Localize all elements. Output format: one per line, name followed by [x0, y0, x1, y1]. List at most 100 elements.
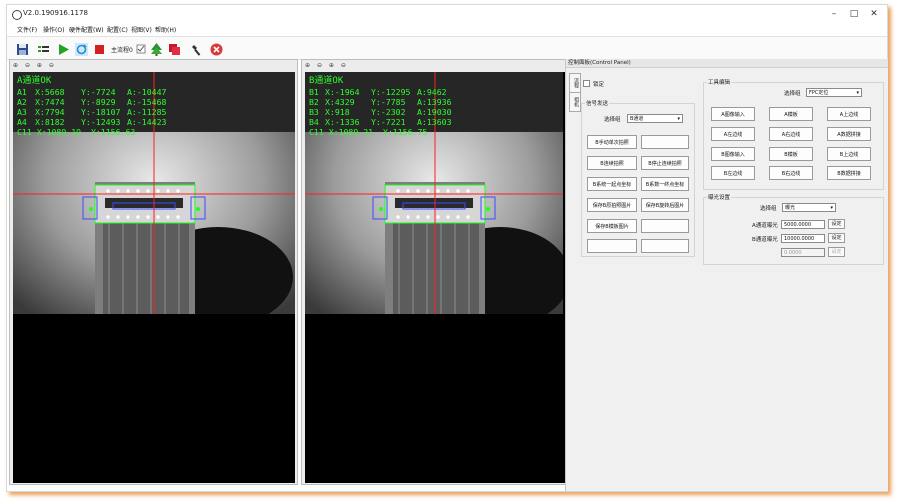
- tool-button-b-input[interactable]: B图像输入: [711, 147, 755, 161]
- blank-button-2[interactable]: [641, 219, 689, 233]
- row-id: A1: [17, 87, 27, 97]
- row-x: X:-1964: [325, 87, 360, 97]
- zoom-reset-icon[interactable]: ⊖: [341, 62, 346, 69]
- tool-button-a-template[interactable]: A模板: [769, 107, 813, 121]
- stop-icon[interactable]: [93, 41, 106, 54]
- continuous-capture-button[interactable]: B连续拍照: [587, 156, 637, 170]
- row-a: A:-14423: [127, 117, 167, 127]
- exposure-group-title: 曝光设置: [707, 193, 732, 201]
- exposure-a-label: A通道曝光: [752, 223, 778, 229]
- lock-checkbox[interactable]: [583, 80, 590, 87]
- blank-button-3[interactable]: [587, 239, 637, 253]
- save-template-button[interactable]: 保存B模板图片: [587, 219, 637, 233]
- tool-icon[interactable]: [191, 41, 204, 56]
- exposure-a-set-button[interactable]: 设定: [828, 219, 845, 229]
- menu-config[interactable]: 配置(C): [107, 25, 128, 34]
- title-bar: V2.0.190916.1178 – □ ✕: [7, 5, 887, 23]
- zoom-reset-icon[interactable]: ⊖: [49, 62, 54, 69]
- row-a: A:19030: [417, 107, 452, 117]
- minimize-button[interactable]: –: [825, 7, 843, 21]
- refresh-icon[interactable]: [75, 41, 88, 56]
- exposure-c-set-button: 设定: [828, 247, 845, 257]
- control-panel-title: 控制面板(Control Panel): [566, 59, 888, 68]
- center-readout: C11 X:1089.19 Y:1156.63: [17, 127, 136, 137]
- menu-help[interactable]: 帮助(H): [155, 25, 176, 34]
- zoom-fit-icon[interactable]: ⊕: [37, 62, 42, 69]
- tool-select-label: 选择组: [784, 91, 801, 97]
- manual-capture-button[interactable]: B手动单次拍照: [587, 135, 637, 149]
- row-id: B2: [309, 97, 319, 107]
- exposure-a-input[interactable]: 5000.0000: [781, 220, 825, 229]
- row-y: Y:-7724: [81, 87, 116, 97]
- tool-button-a-input[interactable]: A图像输入: [711, 107, 755, 121]
- camera-a-status: A通道OK: [17, 76, 52, 86]
- tab-camera[interactable]: 相机: [569, 92, 581, 112]
- menu-operation[interactable]: 操作(O): [43, 25, 64, 34]
- camera-b-zoom-bar: ⊕ ⊖ ⊕ ⊖: [305, 62, 351, 71]
- zoom-in-icon[interactable]: ⊕: [13, 62, 18, 69]
- exposure-group-select[interactable]: 曝光: [782, 203, 836, 212]
- zoom-out-icon[interactable]: ⊖: [25, 62, 30, 69]
- lock-label: 锁定: [593, 82, 605, 88]
- tool-group-select[interactable]: FPC定位: [806, 88, 862, 97]
- tool-button-b-left[interactable]: B左边线: [711, 166, 755, 180]
- exit-icon[interactable]: [210, 41, 223, 56]
- tree-icon[interactable]: [150, 41, 163, 56]
- blank-button-4[interactable]: [641, 239, 689, 253]
- checkbox-icon[interactable]: [135, 41, 148, 54]
- tool-button-a-left[interactable]: A左边线: [711, 127, 755, 141]
- blank-button-1[interactable]: [641, 135, 689, 149]
- row-a: A:13603: [417, 117, 452, 127]
- play-icon[interactable]: [57, 41, 70, 55]
- row-id: A4: [17, 117, 27, 127]
- row-a: A:-15468: [127, 97, 167, 107]
- copy-icon[interactable]: [168, 41, 181, 55]
- zoom-in-icon[interactable]: ⊕: [305, 62, 310, 69]
- list-icon[interactable]: [37, 41, 50, 54]
- menu-file[interactable]: 文件(F): [17, 25, 37, 34]
- row-id: B4: [309, 117, 319, 127]
- center-readout: C11 X:1089.21 Y:1156.75: [309, 127, 428, 137]
- row-id: B3: [309, 107, 319, 117]
- tool-button-a-merge[interactable]: A数据拼接: [827, 127, 871, 141]
- start-coord-button[interactable]: B系统一起点坐标: [587, 177, 637, 191]
- end-coord-button[interactable]: B系数一终点坐标: [641, 177, 689, 191]
- tool-button-b-template[interactable]: B模板: [769, 147, 813, 161]
- camera-b-view[interactable]: B通道OK B1 X:-1964 Y:-12295 A:9462 B2 X:43…: [305, 72, 587, 483]
- maximize-button[interactable]: □: [845, 7, 863, 21]
- save-raw-image-button[interactable]: 保存B原拍照图片: [587, 198, 637, 212]
- toolbar: 主流程0: [7, 36, 887, 60]
- app-icon: [12, 10, 22, 20]
- zoom-out-icon[interactable]: ⊖: [317, 62, 322, 69]
- tool-button-a-top[interactable]: A上边线: [827, 107, 871, 121]
- row-x: X:4329: [325, 97, 355, 107]
- tool-button-a-right[interactable]: A右边线: [769, 127, 813, 141]
- signal-group-title: 信号发送: [585, 99, 610, 107]
- exposure-b-input[interactable]: 10000.0000: [781, 234, 825, 243]
- row-y: Y:-8929: [81, 97, 116, 107]
- exposure-b-label: B通道曝光: [752, 237, 778, 243]
- row-y: Y:-7785: [371, 97, 406, 107]
- flow-label: 主流程0: [111, 47, 133, 54]
- row-x: X:7794: [35, 107, 65, 117]
- menu-hardware[interactable]: 硬件配置(W): [69, 25, 104, 34]
- signal-group-select[interactable]: B通道: [627, 114, 683, 123]
- tab-flow[interactable]: 流程: [569, 73, 581, 93]
- tool-button-b-merge[interactable]: B数据拼接: [827, 166, 871, 180]
- exposure-b-set-button[interactable]: 设定: [828, 233, 845, 243]
- exposure-c-input: 0.0000: [781, 248, 825, 257]
- tool-button-b-right[interactable]: B右边线: [769, 166, 813, 180]
- tool-group-title: 工具编辑: [707, 78, 732, 86]
- close-button[interactable]: ✕: [865, 7, 883, 21]
- tool-button-b-top[interactable]: B上边线: [827, 147, 871, 161]
- row-id: A3: [17, 107, 27, 117]
- zoom-fit-icon[interactable]: ⊕: [329, 62, 334, 69]
- menu-view[interactable]: 视图(V): [131, 25, 152, 34]
- save-rotated-image-button[interactable]: 保存B旋转后图片: [641, 198, 689, 212]
- camera-b-panel: ⊕ ⊖ ⊕ ⊖ B通道OK B1 X:-1964 Y:-12295 A:9462…: [301, 59, 590, 485]
- menu-bar: 文件(F) 操作(O) 硬件配置(W) 配置(C) 视图(V) 帮助(H): [7, 23, 887, 35]
- camera-a-view[interactable]: A通道OK A1 X:5668 Y:-7724 A:-10447 A2 X:74…: [13, 72, 295, 483]
- stop-continuous-button[interactable]: B停止连续拍照: [641, 156, 689, 170]
- save-icon[interactable]: [16, 41, 29, 55]
- row-x: X:918: [325, 107, 350, 117]
